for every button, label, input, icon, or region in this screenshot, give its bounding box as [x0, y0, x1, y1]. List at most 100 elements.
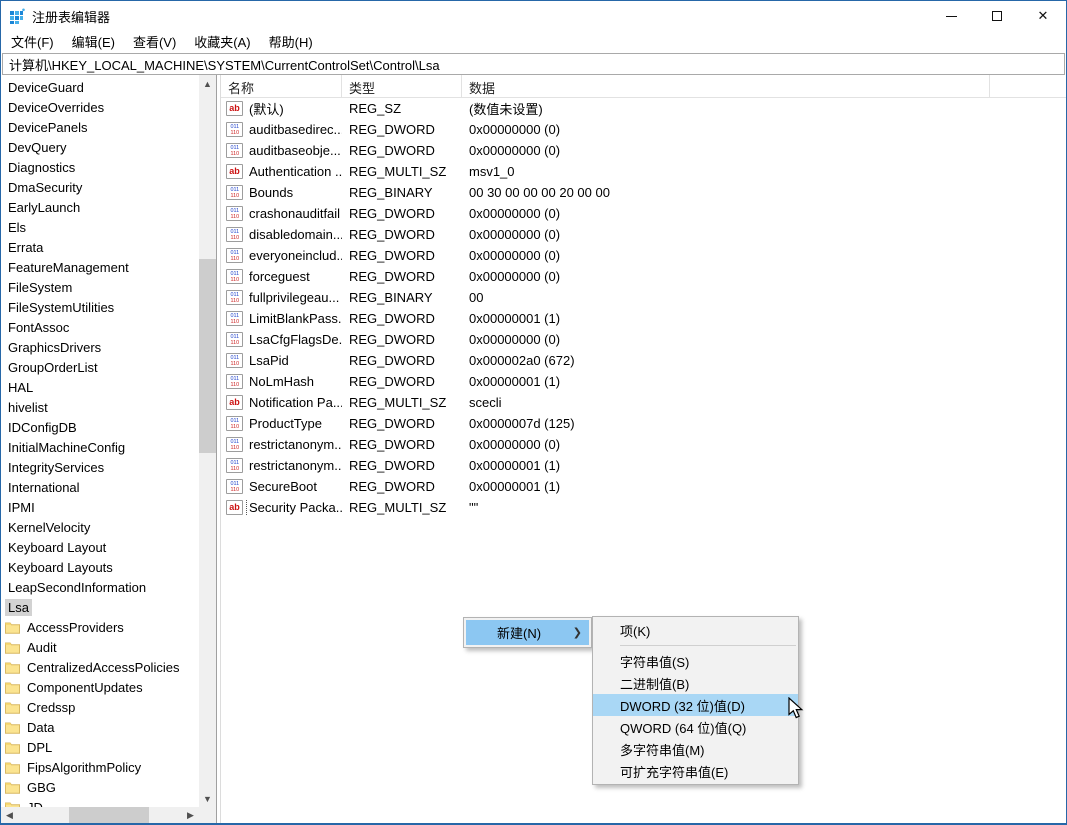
tree-item-label: DPL [24, 739, 55, 756]
horizontal-scrollbar-thumb[interactable] [69, 807, 149, 823]
registry-value-row[interactable]: fullprivilegeau... REG_BINARY 00 [221, 287, 1066, 308]
title-bar[interactable]: 注册表编辑器 ✕ [1, 1, 1066, 31]
submenu-item[interactable]: QWORD (64 位)值(Q) [593, 716, 798, 738]
tree-item[interactable]: Els [1, 217, 199, 237]
submenu-item[interactable]: 可扩充字符串值(E) [593, 760, 798, 782]
tree-item[interactable]: Audit [1, 637, 199, 657]
registry-value-row[interactable]: Bounds REG_BINARY 00 30 00 00 00 20 00 0… [221, 182, 1066, 203]
dword-value-icon [226, 248, 243, 263]
registry-value-row[interactable]: Authentication ... REG_MULTI_SZ msv1_0 [221, 161, 1066, 182]
submenu-item[interactable]: 字符串值(S) [593, 650, 798, 672]
tree-item[interactable]: Keyboard Layout [1, 537, 199, 557]
registry-value-row[interactable]: LsaCfgFlagsDe... REG_DWORD 0x00000000 (0… [221, 329, 1066, 350]
tree-vertical-scrollbar[interactable]: ▲ ▼ [199, 75, 216, 807]
tree-item[interactable]: CentralizedAccessPolicies [1, 657, 199, 677]
tree-item[interactable]: DeviceGuard [1, 77, 199, 97]
tree-item[interactable]: FipsAlgorithmPolicy [1, 757, 199, 777]
column-header-type[interactable]: 类型 [342, 75, 462, 98]
submenu-item[interactable]: 二进制值(B) [593, 672, 798, 694]
tree-item[interactable]: JD [1, 797, 199, 807]
value-name: auditbaseobje... [247, 142, 342, 159]
tree-item[interactable]: DmaSecurity [1, 177, 199, 197]
registry-value-row[interactable]: SecureBoot REG_DWORD 0x00000001 (1) [221, 476, 1066, 497]
menu-bar-item[interactable]: 文件(F) [2, 30, 63, 54]
tree-item[interactable]: GraphicsDrivers [1, 337, 199, 357]
registry-value-row[interactable]: ProductType REG_DWORD 0x0000007d (125) [221, 413, 1066, 434]
tree-item[interactable]: Credssp [1, 697, 199, 717]
tree-item[interactable]: FileSystem [1, 277, 199, 297]
registry-value-row[interactable]: (默认) REG_SZ (数值未设置) [221, 98, 1066, 119]
address-bar[interactable]: 计算机\HKEY_LOCAL_MACHINE\SYSTEM\CurrentCon… [2, 53, 1065, 75]
value-name-cell: auditbaseobje... [221, 142, 342, 159]
tree-item-label: GBG [24, 779, 59, 796]
vertical-scrollbar-thumb[interactable] [199, 259, 216, 453]
value-data: 0x00000001 (1) [462, 311, 990, 326]
tree-item[interactable]: FontAssoc [1, 317, 199, 337]
tree-item[interactable]: LeapSecondInformation [1, 577, 199, 597]
scroll-up-icon[interactable]: ▲ [199, 75, 216, 92]
registry-value-row[interactable]: Notification Pa... REG_MULTI_SZ scecli [221, 392, 1066, 413]
tree-item[interactable]: DPL [1, 737, 199, 757]
tree-item[interactable]: IDConfigDB [1, 417, 199, 437]
value-name: disabledomain... [247, 226, 342, 243]
scroll-right-icon[interactable]: ▶ [182, 807, 199, 823]
tree-item[interactable]: AccessProviders [1, 617, 199, 637]
dword-value-icon [226, 332, 243, 347]
value-name-cell: forceguest [221, 268, 342, 285]
tree-item[interactable]: DevQuery [1, 137, 199, 157]
tree-item[interactable]: DevicePanels [1, 117, 199, 137]
registry-value-row[interactable]: auditbasedirec... REG_DWORD 0x00000000 (… [221, 119, 1066, 140]
registry-value-row[interactable]: restrictanonym... REG_DWORD 0x00000001 (… [221, 455, 1066, 476]
tree-item[interactable]: ComponentUpdates [1, 677, 199, 697]
registry-value-row[interactable]: LimitBlankPass... REG_DWORD 0x00000001 (… [221, 308, 1066, 329]
registry-value-row[interactable]: LsaPid REG_DWORD 0x000002a0 (672) [221, 350, 1066, 371]
menu-bar-item[interactable]: 收藏夹(A) [185, 30, 259, 54]
tree-item[interactable]: Diagnostics [1, 157, 199, 177]
submenu-item[interactable]: DWORD (32 位)值(D) [593, 694, 798, 716]
minimize-button[interactable] [928, 1, 974, 31]
tree-item-label: Audit [24, 639, 60, 656]
tree-item[interactable]: EarlyLaunch [1, 197, 199, 217]
registry-value-row[interactable]: forceguest REG_DWORD 0x00000000 (0) [221, 266, 1066, 287]
registry-value-row[interactable]: crashonauditfail REG_DWORD 0x00000000 (0… [221, 203, 1066, 224]
registry-value-row[interactable]: NoLmHash REG_DWORD 0x00000001 (1) [221, 371, 1066, 392]
tree-item[interactable]: HAL [1, 377, 199, 397]
maximize-button[interactable] [974, 1, 1020, 31]
registry-value-row[interactable]: restrictanonym... REG_DWORD 0x00000000 (… [221, 434, 1066, 455]
tree-item[interactable]: DeviceOverrides [1, 97, 199, 117]
close-button[interactable]: ✕ [1020, 1, 1066, 31]
menu-bar-item[interactable]: 编辑(E) [63, 30, 124, 54]
tree-horizontal-scrollbar[interactable]: ◀ ▶ [1, 807, 199, 823]
tree-item[interactable]: KernelVelocity [1, 517, 199, 537]
context-menu-item-new[interactable]: 新建(N) ❯ [466, 620, 589, 645]
folder-icon [5, 721, 20, 734]
column-header-data[interactable]: 数据 [462, 75, 990, 98]
tree-item[interactable]: GroupOrderList [1, 357, 199, 377]
tree-item[interactable]: InitialMachineConfig [1, 437, 199, 457]
tree-item[interactable]: IntegrityServices [1, 457, 199, 477]
tree-item[interactable]: hivelist [1, 397, 199, 417]
submenu-item[interactable]: 多字符串值(M) [593, 738, 798, 760]
tree-item[interactable]: Lsa [1, 597, 199, 617]
menu-bar-item[interactable]: 查看(V) [124, 30, 185, 54]
registry-value-row[interactable]: Security Packa... REG_MULTI_SZ "" [221, 497, 1066, 518]
registry-value-row[interactable]: everyoneinclud... REG_DWORD 0x00000000 (… [221, 245, 1066, 266]
tree-item[interactable]: International [1, 477, 199, 497]
value-type: REG_DWORD [342, 437, 462, 452]
tree-item[interactable]: Errata [1, 237, 199, 257]
tree-item[interactable]: Keyboard Layouts [1, 557, 199, 577]
value-name-cell: Notification Pa... [221, 394, 342, 411]
registry-value-row[interactable]: auditbaseobje... REG_DWORD 0x00000000 (0… [221, 140, 1066, 161]
scroll-left-icon[interactable]: ◀ [1, 807, 18, 823]
registry-value-row[interactable]: disabledomain... REG_DWORD 0x00000000 (0… [221, 224, 1066, 245]
tree-item[interactable]: IPMI [1, 497, 199, 517]
menu-bar-item[interactable]: 帮助(H) [260, 30, 322, 54]
scroll-down-icon[interactable]: ▼ [199, 790, 216, 807]
submenu-item[interactable]: 项(K) [593, 619, 798, 641]
tree-item[interactable]: FileSystemUtilities [1, 297, 199, 317]
tree-item[interactable]: Data [1, 717, 199, 737]
tree-item-label: Keyboard Layouts [5, 559, 116, 576]
tree-item[interactable]: FeatureManagement [1, 257, 199, 277]
tree-item[interactable]: GBG [1, 777, 199, 797]
column-header-name[interactable]: 名称 [221, 75, 342, 98]
